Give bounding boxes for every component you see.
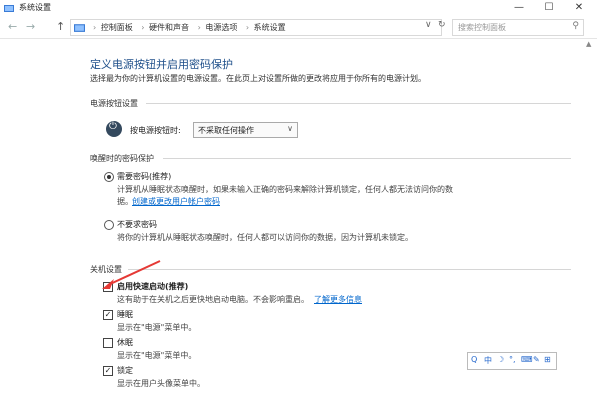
require-password-label[interactable]: 需要密码(推荐) (117, 171, 171, 182)
minimize-button[interactable]: — (505, 0, 533, 16)
no-password-label[interactable]: 不要求密码 (117, 219, 157, 230)
no-password-radio[interactable] (104, 220, 114, 230)
window-title: 系统设置 (19, 3, 51, 12)
sleep-label[interactable]: 睡眠 (117, 309, 133, 320)
search-placeholder: 搜索控制面板 (458, 23, 506, 32)
power-button-selected: 不采取任何操作 (198, 126, 254, 135)
hibernate-label[interactable]: 休眠 (117, 337, 133, 348)
breadcrumb-item[interactable]: 控制面板 (101, 23, 133, 32)
password-section-title: 唤醒时的密码保护 (90, 154, 154, 163)
chevron-right-icon: › (245, 23, 250, 32)
breadcrumb: › 控制面板 › 硬件和声音 › 电源选项 › 系统设置 (89, 22, 288, 33)
chevron-right-icon: › (141, 23, 145, 32)
annotation-arrow-icon (102, 260, 161, 289)
chevron-down-icon[interactable]: ∨ (425, 20, 432, 30)
ime-punctuation-icon[interactable]: °, (509, 355, 516, 364)
back-button[interactable]: ← (8, 20, 17, 33)
forward-button[interactable]: → (26, 20, 35, 33)
power-button-section-title: 电源按钮设置 (90, 99, 138, 108)
page-description: 选择最为你的计算机设置的电源设置。在此页上对设置所做的更改将应用于你所有的电源计… (90, 74, 426, 83)
lock-label[interactable]: 锁定 (117, 365, 133, 376)
learn-more-link[interactable]: 了解更多信息 (314, 294, 362, 305)
chevron-right-icon: › (197, 23, 201, 32)
no-password-desc: 将你的计算机从睡眠状态唤醒时，任何人都可以访问你的数据，因为计算机未锁定。 (117, 233, 413, 242)
power-button-select[interactable]: 不采取任何操作 ∨ (193, 122, 298, 138)
control-panel-icon (74, 24, 85, 32)
ime-keyboard-icon[interactable]: ⌨ (521, 355, 533, 364)
ime-toolbar[interactable]: Q 中 ☽ °, ⌨ ✎ ⊞ (467, 352, 557, 370)
breadcrumb-item[interactable]: 硬件和声音 (149, 23, 189, 32)
scrollbar[interactable]: ▲ (583, 39, 597, 398)
breadcrumb-item[interactable]: 系统设置 (254, 23, 286, 32)
address-bar[interactable]: › 控制面板 › 硬件和声音 › 电源选项 › 系统设置 (70, 19, 442, 36)
navigation-bar: ← → ↑ › 控制面板 › 硬件和声音 › 电源选项 › 系统设置 ∨ ↻ 搜… (0, 16, 597, 39)
sleep-checkbox[interactable]: ✓ (103, 310, 113, 320)
require-password-desc: 计算机从睡眠状态唤醒时，如果未输入正确的密码来解除计算机锁定，任何人都无法访问你… (117, 185, 453, 194)
require-password-radio[interactable] (104, 172, 114, 182)
ime-moon-icon[interactable]: ☽ (497, 355, 504, 364)
up-button[interactable]: ↑ (56, 20, 65, 33)
change-password-link[interactable]: 创建或更改用户帐户密码 (132, 196, 220, 207)
refresh-icon[interactable]: ↻ (438, 20, 446, 30)
maximize-button[interactable]: ☐ (535, 0, 563, 16)
lock-checkbox[interactable]: ✓ (103, 366, 113, 376)
chevron-down-icon: ∨ (287, 124, 293, 133)
ime-chinese-mode[interactable]: 中 (484, 355, 492, 366)
fast-startup-desc: 这有助于在关机之后更快地启动电脑。不会影响重启。 (117, 295, 309, 304)
ime-tool-icon[interactable]: ✎ (533, 355, 540, 364)
main-content: 定义电源按钮并启用密码保护 选择最为你的计算机设置的电源设置。在此页上对设置所做… (0, 39, 597, 398)
scroll-up-icon[interactable]: ▲ (586, 40, 591, 48)
hibernate-desc: 显示在"电源"菜单中。 (117, 351, 197, 360)
title-bar: 系统设置 — ☐ ✕ (0, 0, 597, 16)
search-input[interactable]: 搜索控制面板 ⚲ (452, 19, 584, 36)
control-panel-icon (4, 5, 14, 12)
page-title: 定义电源按钮并启用密码保护 (90, 58, 233, 71)
require-password-desc-cont: 据。 (117, 197, 133, 206)
lock-desc: 显示在用户头像菜单中。 (117, 379, 205, 388)
divider (128, 269, 571, 270)
power-icon (106, 121, 122, 137)
breadcrumb-item[interactable]: 电源选项 (205, 23, 237, 32)
hibernate-checkbox[interactable] (103, 338, 113, 348)
divider (163, 158, 571, 159)
close-button[interactable]: ✕ (565, 0, 593, 16)
search-icon[interactable]: ⚲ (572, 21, 579, 31)
ime-search-icon[interactable]: Q (471, 355, 477, 364)
divider (146, 103, 571, 104)
power-button-label: 按电源按钮时: (130, 126, 181, 135)
chevron-right-icon: › (93, 23, 97, 32)
sleep-desc: 显示在"电源"菜单中。 (117, 323, 197, 332)
ime-menu-icon[interactable]: ⊞ (544, 355, 551, 364)
